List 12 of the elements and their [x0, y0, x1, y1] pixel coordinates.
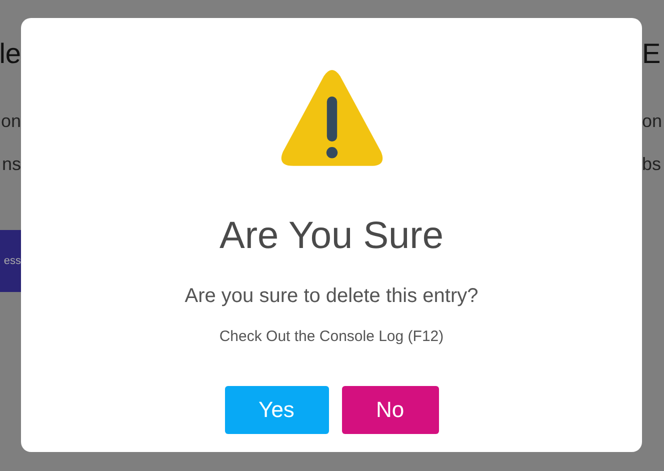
page-text: ns — [2, 153, 21, 175]
dialog-note: Check Out the Console Log (F12) — [219, 328, 444, 346]
dialog-message: Are you sure to delete this entry? — [184, 284, 478, 308]
dialog-title: Are You Sure — [220, 214, 444, 258]
yes-button[interactable]: Yes — [224, 386, 328, 434]
page-text: bs — [642, 153, 662, 175]
page-heading: le — [0, 37, 21, 71]
page-heading: E — [642, 37, 661, 71]
page-text: on — [642, 110, 662, 132]
no-button[interactable]: No — [342, 386, 438, 434]
page-text: on — [0, 110, 21, 132]
page-button[interactable]: ess — [0, 230, 21, 292]
